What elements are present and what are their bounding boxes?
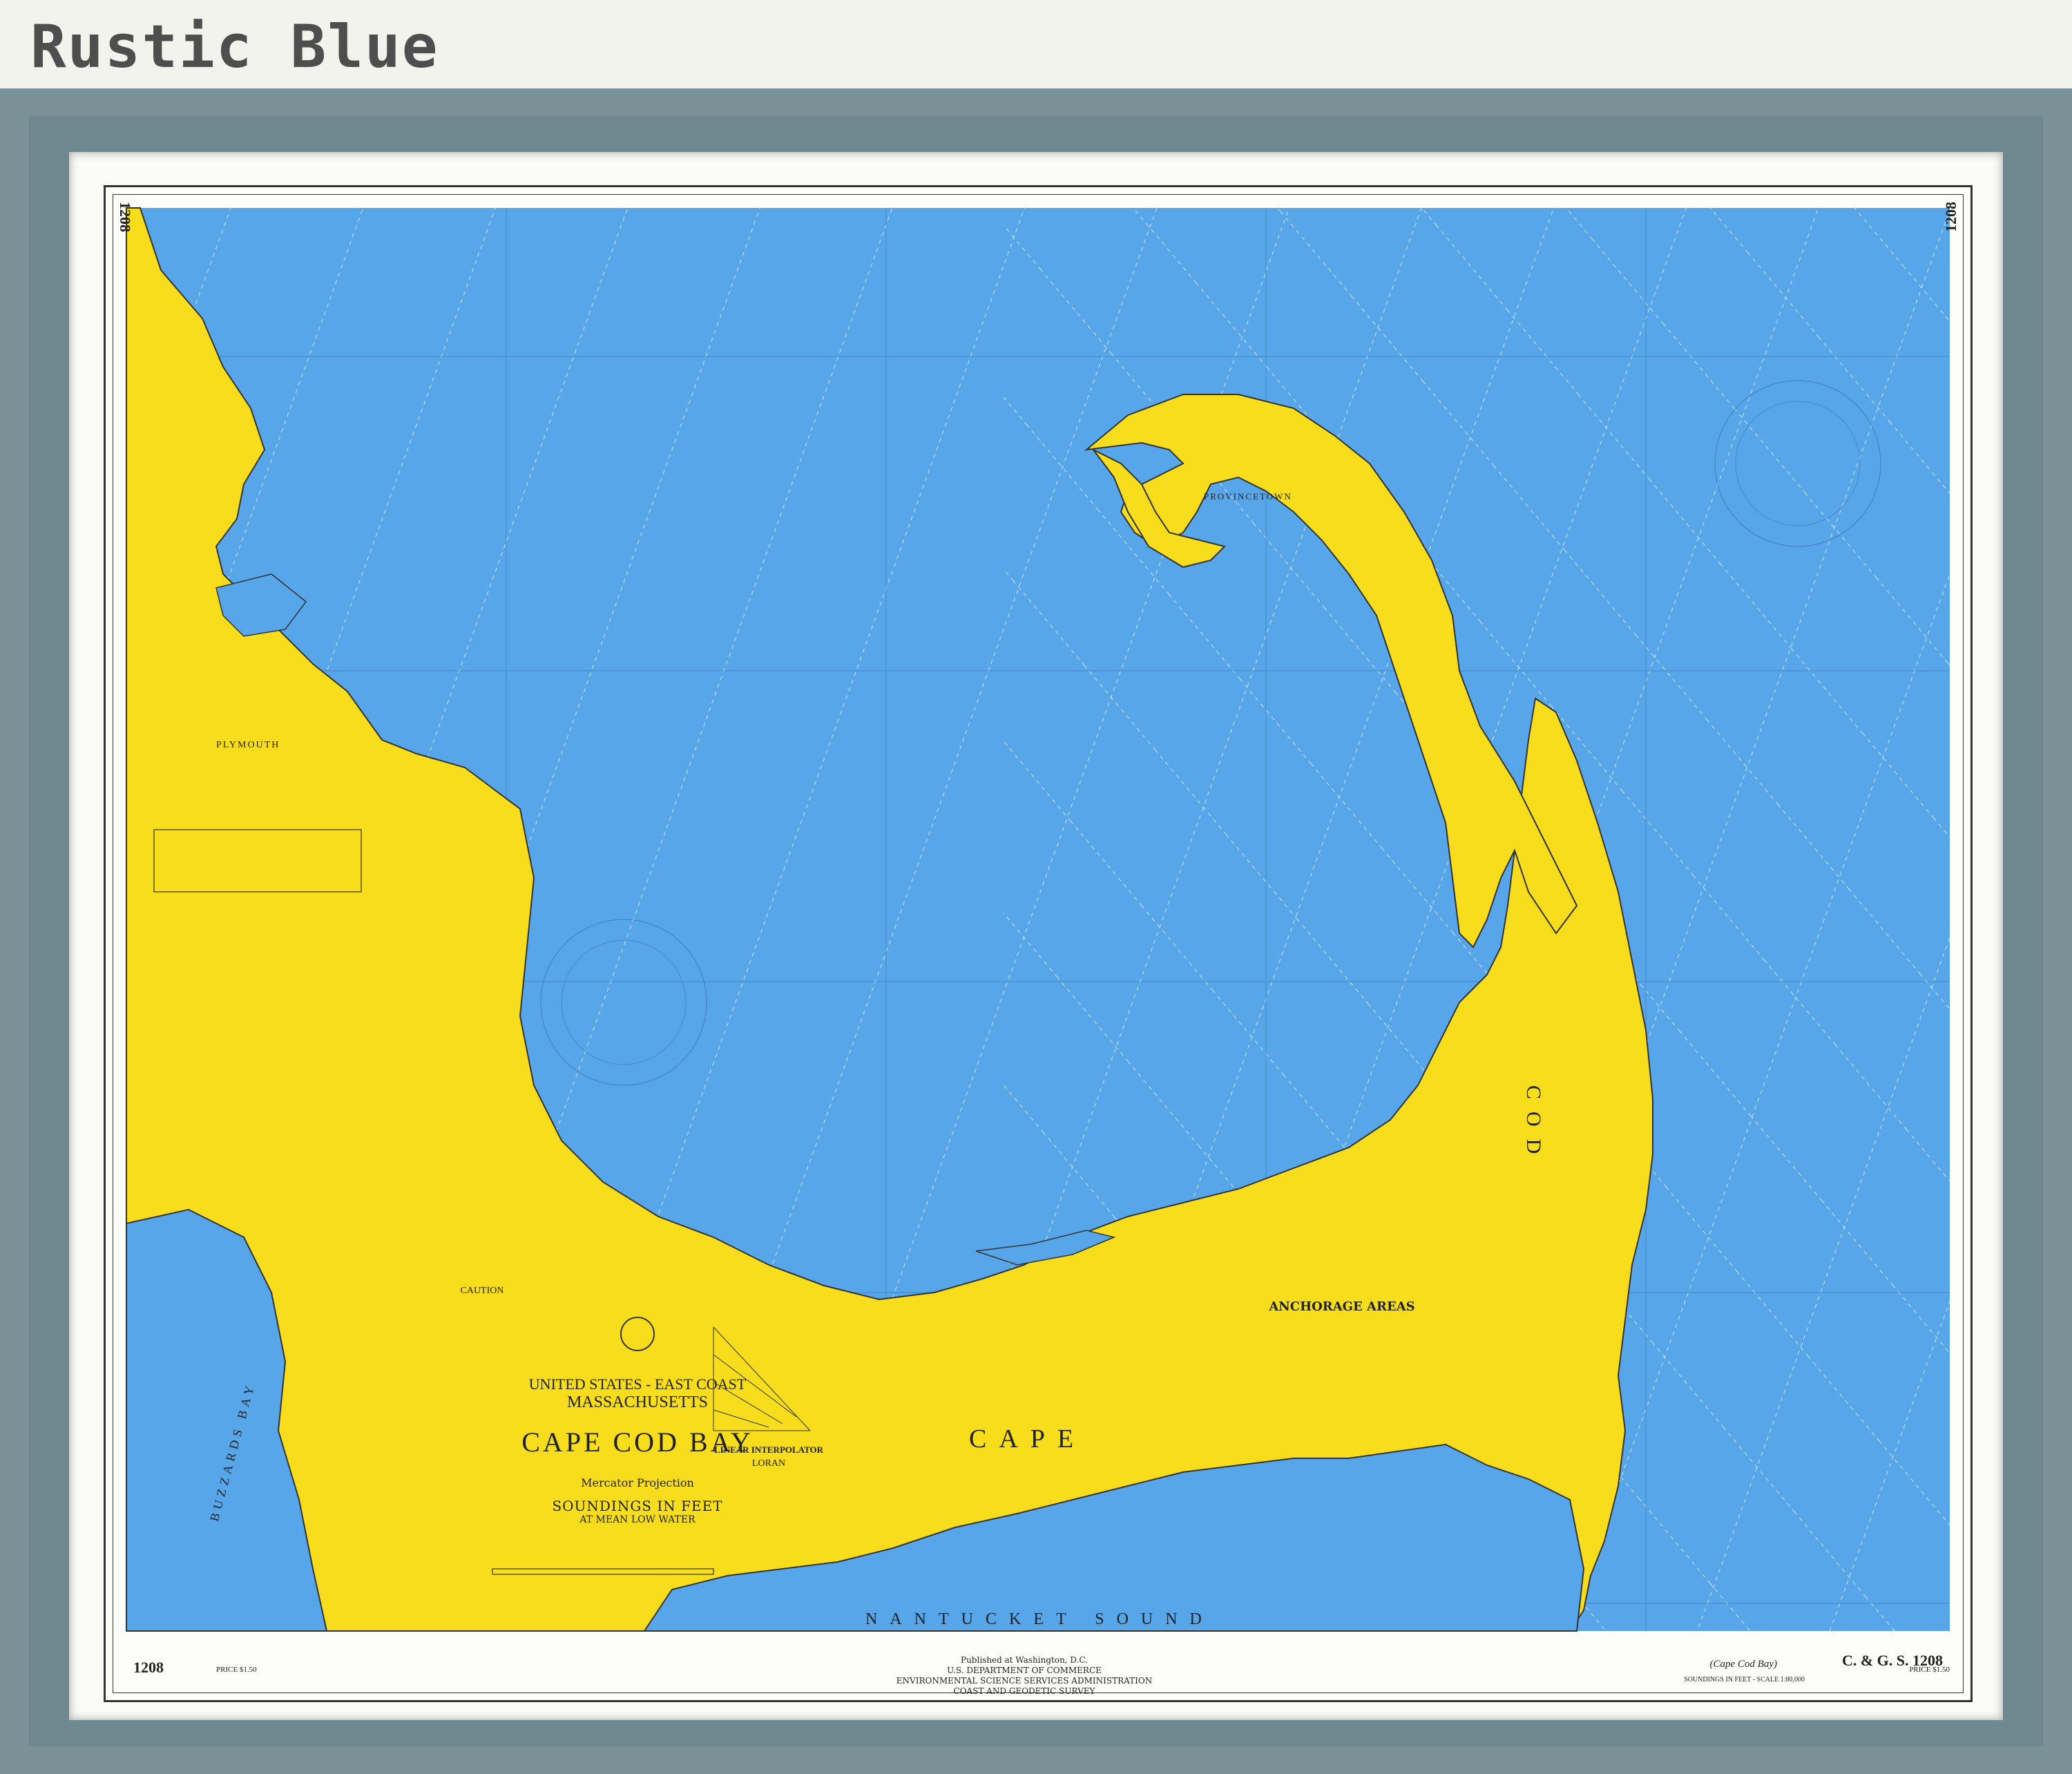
- loran-label: LORAN: [751, 1458, 786, 1469]
- label-nantucket-sound: NANTUCKET SOUND: [865, 1610, 1214, 1628]
- projection-note: Mercator Projection: [581, 1476, 694, 1489]
- label-cape: CAPE: [969, 1424, 1086, 1453]
- label-plymouth: PLYMOUTH: [216, 740, 280, 750]
- title-line-1: UNITED STATES - EAST COAST: [528, 1375, 747, 1393]
- caution-label: CAUTION: [460, 1286, 504, 1296]
- anchorage-areas-note: ANCHORAGE AREAS: [1238, 1299, 1446, 1314]
- price-left: PRICE $1.50: [216, 1666, 257, 1674]
- linear-interpolator-label: LINEAR INTERPOLATOR: [713, 1444, 824, 1455]
- chart-number-right: 1208: [1942, 202, 1959, 232]
- published-line-1: Published at Washington, D.C.: [961, 1655, 1088, 1665]
- published-line-2: U.S. DEPARTMENT OF COMMERCE: [947, 1666, 1102, 1675]
- chart-number-left: 1208: [117, 202, 134, 232]
- title-line-2: MASSACHUSETTS: [566, 1393, 709, 1411]
- nautical-chart: 1208 1208 1208 PRICE $1.50 PRICE $1.50 U…: [104, 185, 1973, 1702]
- anchorage-title: ANCHORAGE AREAS: [1269, 1299, 1415, 1314]
- soundings-scale-note: SOUNDINGS IN FEET - SCALE 1:80,000: [1684, 1676, 1805, 1684]
- soundings-line-2: AT MEAN LOW WATER: [579, 1514, 696, 1525]
- label-cod: COD: [1522, 1085, 1545, 1167]
- publisher-block: Published at Washington, D.C. U.S. DEPAR…: [852, 1655, 1197, 1697]
- chart-subtitle-bottom: (Cape Cod Bay): [1709, 1659, 1777, 1670]
- chart-number-bottom-left: 1208: [133, 1659, 164, 1676]
- chart-map-graphic: [126, 207, 1950, 1632]
- chart-code-bottom: C. & G. S. 1208: [1841, 1652, 1943, 1669]
- published-line-4: COAST AND GEODETIC SURVEY: [953, 1686, 1095, 1696]
- soundings-line-1: SOUNDINGS IN FEET: [552, 1498, 723, 1514]
- collection-label: Rustic Blue: [30, 12, 439, 82]
- published-line-3: ENVIRONMENTAL SCIENCE SERVICES ADMINISTR…: [896, 1676, 1153, 1686]
- label-provincetown: PROVINCETOWN: [1204, 491, 1292, 502]
